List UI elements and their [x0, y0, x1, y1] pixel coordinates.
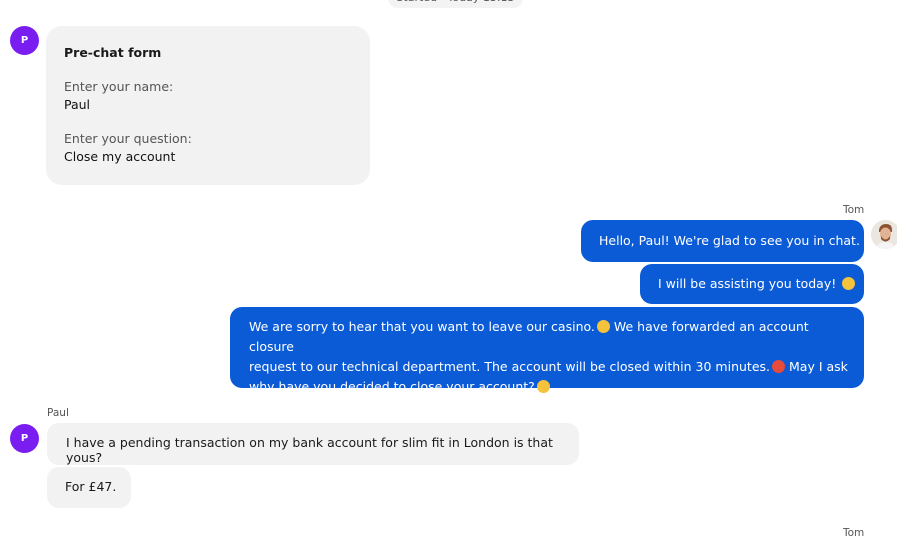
agent-message-text: Hello, Paul! We're glad to see you in ch…: [599, 233, 860, 248]
prechat-form-bubble: Pre-chat form Enter your name: Paul Ente…: [46, 26, 370, 185]
agent-message-text: request to our technical department. The…: [249, 359, 771, 374]
agent-message-text: May I ask: [789, 359, 848, 374]
agent-message-text: We are sorry to hear that you want to le…: [249, 319, 595, 334]
agent-message-line: why have you decided to close your accou…: [249, 377, 850, 397]
question-value: Close my account: [64, 149, 176, 164]
agent-message-bubble: I will be assisting you today!: [640, 264, 864, 304]
alarm-clock-icon: [772, 360, 786, 373]
question-label: Enter your question:: [64, 131, 192, 146]
agent-name: Tom: [843, 204, 865, 216]
chat-window: Started · Today 13:13 P Pre-chat form En…: [0, 0, 897, 541]
agent-avatar: [871, 220, 897, 249]
chat-started-pill: Started · Today 13:13: [388, 0, 523, 8]
customer-message-bubble: I have a pending transaction on my bank …: [47, 423, 579, 465]
customer-message-bubble: For £47.: [47, 467, 131, 508]
name-label: Enter your name:: [64, 79, 174, 94]
agent-message-text: why have you decided to close your accou…: [249, 379, 535, 394]
name-value: Paul: [64, 97, 91, 112]
customer-name: Paul: [47, 407, 69, 419]
sad-face-icon: [596, 320, 610, 333]
agent-message-text: I will be assisting you today!: [658, 276, 837, 291]
heart-hands-icon: [842, 277, 856, 290]
agent-message-bubble: We are sorry to hear that you want to le…: [230, 307, 864, 394]
agent-message-bubble: Hello, Paul! We're glad to see you in ch…: [581, 220, 864, 262]
prechat-form-title: Pre-chat form: [64, 45, 162, 60]
customer-message-text: For £47.: [65, 479, 117, 494]
customer-avatar: P: [10, 424, 39, 453]
agent-photo-icon: [871, 220, 897, 249]
agent-name: Tom: [843, 527, 865, 539]
customer-avatar: P: [10, 26, 39, 55]
customer-message-text: I have a pending transaction on my bank …: [66, 435, 553, 465]
agent-message-line: We are sorry to hear that you want to le…: [249, 317, 850, 357]
agent-message-line: request to our technical department. The…: [249, 357, 850, 377]
praying-hands-icon: [536, 380, 550, 393]
